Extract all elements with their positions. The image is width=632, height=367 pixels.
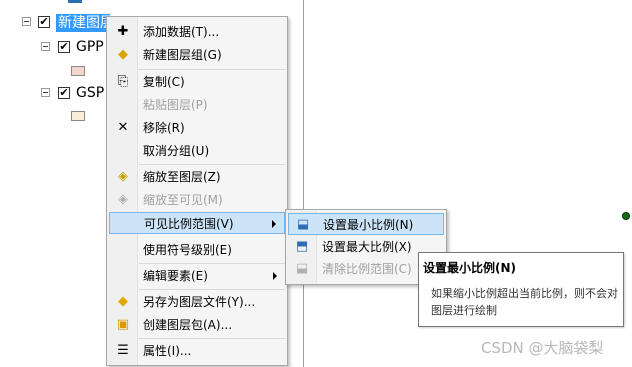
layer-context-menu: ✚ 添加数据(T)... ◆ 新建图层组(G) ⎘ 复制(C) 粘贴图层(P) … xyxy=(106,16,288,366)
new-group-layer-icon: ◆ xyxy=(118,47,128,62)
collapse-layer-gsp-toggle[interactable] xyxy=(41,88,50,97)
properties-icon: ☰ xyxy=(117,343,129,358)
clear-scale-range-icon: ⬓ xyxy=(295,261,309,276)
zoom-to-visible-icon: ◈ xyxy=(118,192,128,207)
menu-item-label: 取消分组(U) xyxy=(143,144,210,158)
menu-separator xyxy=(139,69,285,70)
layer-gpp-label[interactable]: GPP xyxy=(76,38,104,56)
menu-item-label: 新建图层组(G) xyxy=(143,48,222,62)
menu-item-label: 编辑要素(E) xyxy=(143,269,208,283)
menu-item-visible-scale-range[interactable]: 可见比例范围(V) xyxy=(109,212,285,234)
menu-item-copy[interactable]: ⎘ 复制(C) xyxy=(109,71,285,93)
menu-separator xyxy=(139,289,285,290)
menu-item-label: 粘贴图层(P) xyxy=(143,98,208,112)
menu-item-save-as-layer-file[interactable]: ◆ 另存为图层文件(Y)... xyxy=(109,291,285,313)
menu-item-ungroup[interactable]: 取消分组(U) xyxy=(109,140,285,162)
menu-item-edit-features[interactable]: 编辑要素(E) xyxy=(109,265,285,287)
menu-item-new-group-layer[interactable]: ◆ 新建图层组(G) xyxy=(109,44,285,66)
layer-gpp-symbol-swatch[interactable] xyxy=(71,66,85,76)
menu-item-label: 可见比例范围(V) xyxy=(144,217,234,231)
menu-item-create-layer-package[interactable]: ▣ 创建图层包(A)... xyxy=(109,314,285,336)
menu-item-zoom-to-visible[interactable]: ◈ 缩放至可见(M) xyxy=(109,189,285,211)
menu-item-zoom-to-layer[interactable]: ◈ 缩放至图层(Z) xyxy=(109,166,285,188)
layer-icon xyxy=(68,0,82,3)
panel-divider[interactable] xyxy=(303,0,304,367)
submenu-arrow-icon xyxy=(272,220,276,228)
menu-item-label: 创建图层包(A)... xyxy=(143,318,233,332)
menu-separator xyxy=(139,164,285,165)
layer-gsp-symbol-swatch[interactable] xyxy=(71,111,85,121)
layer-gsp-label[interactable]: GSP xyxy=(76,84,104,102)
menu-item-label: 设置最大比例(X) xyxy=(322,240,412,254)
layer-gsp-checkbox[interactable]: ✔ xyxy=(58,87,70,99)
zoom-to-layer-icon: ◈ xyxy=(118,169,128,184)
menu-item-label: 缩放至可见(M) xyxy=(143,193,223,207)
menu-item-label: 复制(C) xyxy=(143,75,185,89)
layer-gpp-checkbox[interactable]: ✔ xyxy=(58,41,70,53)
tooltip: 设置最小比例(N) 如果缩小比例超出当前比例，则不会对图层进行绘制 xyxy=(418,252,624,327)
group-visibility-checkbox[interactable]: ✔ xyxy=(38,16,50,28)
save-layer-file-icon: ◆ xyxy=(118,294,128,309)
remove-icon: ✕ xyxy=(117,120,129,135)
menu-separator xyxy=(139,338,285,339)
submenu-arrow-icon xyxy=(273,272,277,280)
tooltip-title: 设置最小比例(N) xyxy=(423,261,517,275)
group-layer-label[interactable]: 新建图层组 xyxy=(56,14,110,32)
menu-item-remove[interactable]: ✕ 移除(R) xyxy=(109,117,285,139)
menu-item-label: 缩放至图层(Z) xyxy=(143,170,221,184)
menu-item-label: 设置最小比例(N) xyxy=(323,218,414,232)
collapse-layer-gpp-toggle[interactable] xyxy=(41,42,50,51)
watermark: CSDN @大脑袋梨 xyxy=(481,339,604,357)
menu-item-add-data[interactable]: ✚ 添加数据(T)... xyxy=(109,21,285,43)
menu-item-label: 使用符号级别(E) xyxy=(143,243,232,257)
tooltip-body: 如果缩小比例超出当前比例，则不会对图层进行绘制 xyxy=(431,287,618,317)
menu-item-properties[interactable]: ☰ 属性(I)... xyxy=(109,340,285,362)
menu-item-label: 属性(I)... xyxy=(143,344,192,358)
map-feature-point xyxy=(622,212,630,220)
layer-package-icon: ▣ xyxy=(116,317,130,332)
collapse-group-toggle[interactable] xyxy=(22,17,31,26)
set-min-scale-icon: ⬓ xyxy=(296,217,310,232)
menu-item-set-min-scale[interactable]: ⬓ 设置最小比例(N) xyxy=(288,213,444,235)
menu-item-label: 另存为图层文件(Y)... xyxy=(143,295,256,309)
menu-item-label: 添加数据(T)... xyxy=(143,25,220,39)
copy-icon: ⎘ xyxy=(117,74,129,89)
menu-item-label: 清除比例范围(C) xyxy=(322,262,412,276)
menu-separator xyxy=(139,263,285,264)
menu-item-use-symbol-levels[interactable]: 使用符号级别(E) xyxy=(109,239,285,261)
menu-item-label: 移除(R) xyxy=(143,121,185,135)
menu-item-paste-layer[interactable]: 粘贴图层(P) xyxy=(109,94,285,116)
set-max-scale-icon: ⬒ xyxy=(295,239,309,254)
add-data-icon: ✚ xyxy=(117,24,129,39)
